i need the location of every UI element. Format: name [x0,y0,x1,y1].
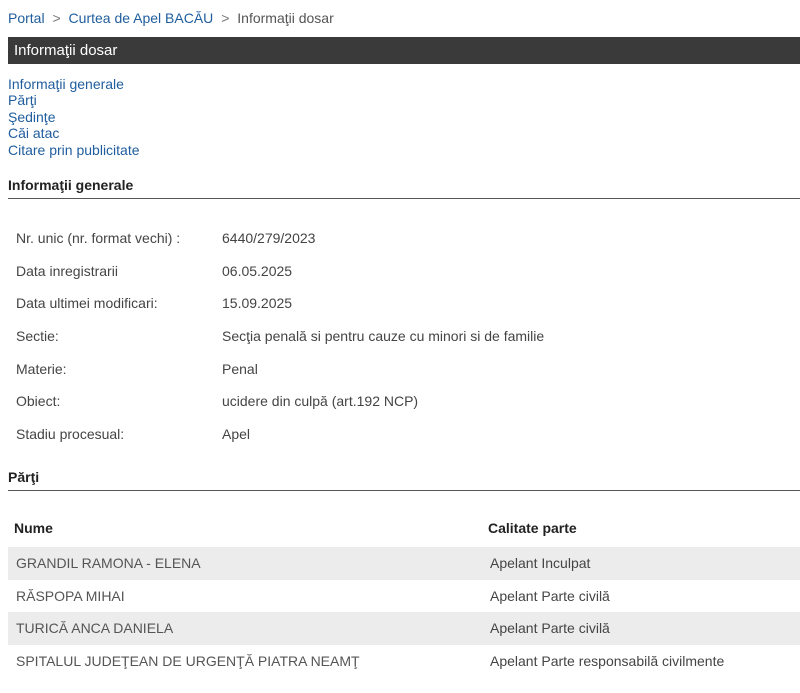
info-label: Stadiu procesual: [16,426,125,443]
breadcrumb-portal-link[interactable]: Portal [8,10,45,26]
breadcrumb-separator: > [221,10,230,26]
parti-table: GRANDIL RAMONA - ELENA Apelant Inculpat … [8,547,800,677]
party-name: GRANDIL RAMONA - ELENA [16,555,201,571]
breadcrumb-current: Informaţii dosar [237,10,334,26]
breadcrumb-separator: > [52,10,61,26]
column-header-nume: Nume [14,520,53,536]
table-row: TURICĂ ANCA DANIELA Apelant Parte civilă [8,612,800,645]
info-label: Sectie: [16,328,59,345]
section-nav: Informaţii generale Părţi Şedinţe Căi at… [8,76,140,158]
parti-table-header: Nume Calitate parte [8,513,800,543]
info-label: Data ultimei modificari: [16,295,158,312]
party-name: TURICĂ ANCA DANIELA [16,620,174,636]
nav-link-cai-atac[interactable]: Căi atac [8,125,140,141]
nav-link-informatii-generale[interactable]: Informaţii generale [8,76,140,92]
column-header-calitate: Calitate parte [488,520,577,536]
party-role: Apelant Parte responsabilă civilmente [490,652,725,669]
table-row: RĂSPOPA MIHAI Apelant Parte civilă [8,580,800,613]
info-value: 06.05.2025 [222,262,293,279]
info-value: 6440/279/2023 [222,230,316,246]
info-label: Data inregistrarii [16,262,118,279]
breadcrumb-court-link[interactable]: Curtea de Apel BACĂU [69,10,214,26]
parti-heading: Părţi [8,469,800,491]
table-row: SPITALUL JUDEŢEAN DE URGENŢĂ PIATRA NEAM… [8,645,800,678]
nav-link-sedinte[interactable]: Şedinţe [8,109,140,125]
breadcrumb: Portal > Curtea de Apel BACĂU > Informaţ… [8,10,334,26]
table-row: GRANDIL RAMONA - ELENA Apelant Inculpat [8,547,800,580]
info-value: Penal [222,360,258,377]
info-value: Secţia penală si pentru cauze cu minori … [222,328,545,345]
party-name: RĂSPOPA MIHAI [16,587,125,604]
party-role: Apelant Parte civilă [490,620,610,636]
info-label: Nr. unic (nr. format vechi) : [16,230,181,246]
general-info-heading: Informaţii generale [8,177,800,199]
nav-link-citare-prin-publicitate[interactable]: Citare prin publicitate [8,142,140,158]
info-value: 15.09.2025 [222,295,293,312]
info-value: ucidere din culpă (art.192 NCP) [222,393,419,410]
party-role: Apelant Parte civilă [490,587,610,604]
nav-link-parti[interactable]: Părţi [8,92,140,108]
party-name: SPITALUL JUDEŢEAN DE URGENŢĂ PIATRA NEAM… [16,652,360,669]
info-label: Obiect: [16,393,61,410]
info-label: Materie: [16,360,67,377]
page-title: Informaţii dosar [8,37,800,64]
info-value: Apel [222,426,251,443]
party-role: Apelant Inculpat [490,555,591,571]
